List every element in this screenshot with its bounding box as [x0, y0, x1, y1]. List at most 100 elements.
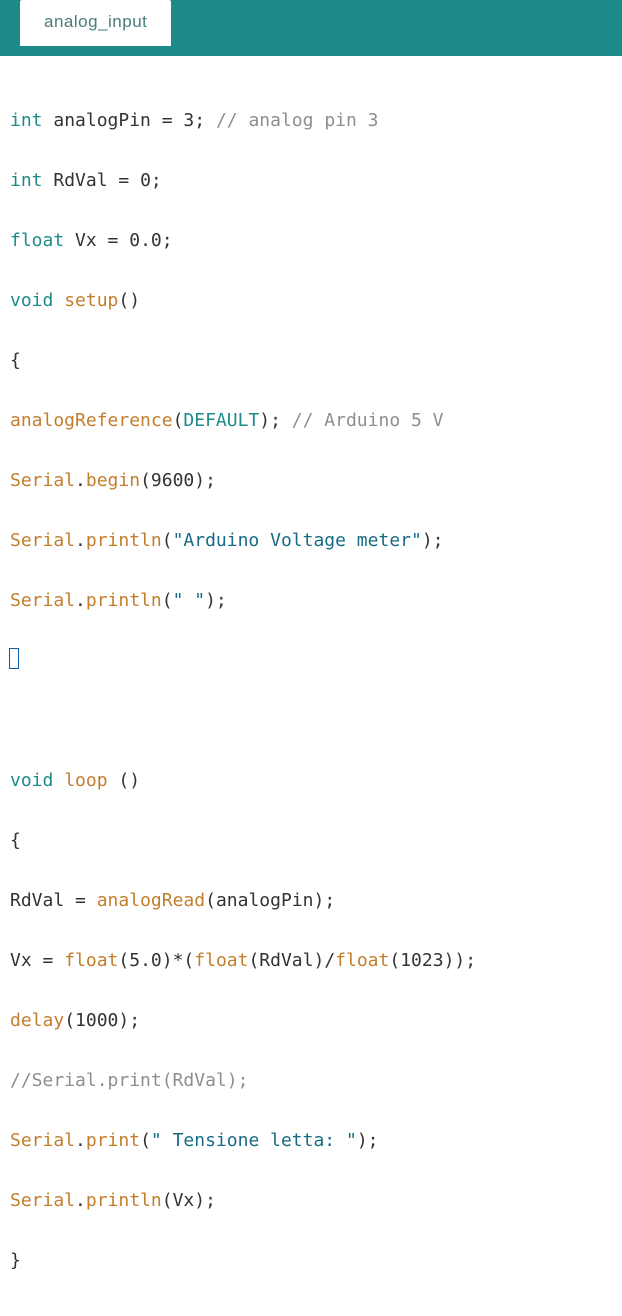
code-line: int analogPin = 3; // analog pin 3 — [10, 106, 612, 136]
punct: ); — [313, 890, 335, 911]
identifier: analogPin — [216, 890, 314, 911]
number: 9600 — [151, 470, 194, 491]
code-line — [10, 706, 612, 736]
brace: { — [10, 830, 21, 851]
number: 0.0 — [129, 230, 162, 251]
object-serial: Serial — [10, 1190, 75, 1211]
string-literal: " Tensione letta: " — [151, 1130, 357, 1151]
function-analogRead: analogRead — [97, 890, 205, 911]
punct: ); — [357, 1130, 379, 1151]
text-cursor — [9, 648, 19, 669]
code-line: int RdVal = 0; — [10, 166, 612, 196]
punct: () — [118, 770, 140, 791]
operator: = — [43, 950, 65, 971]
punct: ( — [140, 470, 151, 491]
function-println: println — [86, 530, 162, 551]
keyword-int: int — [10, 110, 43, 131]
identifier: RdVal — [10, 890, 75, 911]
punct: ); — [118, 1010, 140, 1031]
punct: ( — [140, 1130, 151, 1151]
function-loop: loop — [64, 770, 107, 791]
comment: // Arduino 5 V — [292, 410, 444, 431]
function-begin: begin — [86, 470, 140, 491]
keyword-int: int — [10, 170, 43, 191]
punct: . — [75, 590, 86, 611]
operator: = — [162, 110, 184, 131]
space — [53, 290, 64, 311]
comment: // analog pin 3 — [216, 110, 379, 131]
code-line: Serial.println(Vx); — [10, 1186, 612, 1216]
code-line — [10, 646, 612, 676]
punct: ); — [422, 530, 444, 551]
punct: ( — [205, 890, 216, 911]
identifier: Vx — [64, 230, 107, 251]
code-line: void loop () — [10, 766, 612, 796]
code-line: //Serial.print(RdVal); — [10, 1066, 612, 1096]
keyword-float: float — [10, 230, 64, 251]
code-line: { — [10, 346, 612, 376]
punct: ; — [151, 170, 162, 191]
tab-analog-input[interactable]: analog_input — [20, 0, 171, 46]
code-line: Serial.println(" "); — [10, 586, 612, 616]
punct: ( — [248, 950, 259, 971]
function-float: float — [194, 950, 248, 971]
function-delay: delay — [10, 1010, 64, 1031]
function-println: println — [86, 590, 162, 611]
constant-default: DEFAULT — [183, 410, 259, 431]
string-literal: "Arduino Voltage meter" — [173, 530, 422, 551]
code-line: Serial.begin(9600); — [10, 466, 612, 496]
comment: //Serial.print(RdVal); — [10, 1070, 248, 1091]
punct: ); — [259, 410, 292, 431]
punct: )*( — [162, 950, 195, 971]
space — [53, 770, 64, 791]
punct: . — [75, 470, 86, 491]
function-float: float — [64, 950, 118, 971]
brace: { — [10, 350, 21, 371]
punct: ( — [162, 530, 173, 551]
code-line: void setup() — [10, 286, 612, 316]
number: 1000 — [75, 1010, 118, 1031]
code-line: Serial.print(" Tensione letta: "); — [10, 1126, 612, 1156]
punct: ( — [118, 950, 129, 971]
space — [108, 770, 119, 791]
punct: ( — [389, 950, 400, 971]
code-line: Vx = float(5.0)*(float(RdVal)/float(1023… — [10, 946, 612, 976]
code-line: delay(1000); — [10, 1006, 612, 1036]
object-serial: Serial — [10, 530, 75, 551]
punct: ( — [162, 590, 173, 611]
number: 5.0 — [129, 950, 162, 971]
punct: ); — [194, 470, 216, 491]
code-line: } — [10, 1246, 612, 1276]
function-print: print — [86, 1130, 140, 1151]
operator: = — [118, 170, 140, 191]
brace: } — [10, 1250, 21, 1271]
punct: ( — [173, 410, 184, 431]
punct: . — [75, 530, 86, 551]
punct: ( — [64, 1010, 75, 1031]
punct: )/ — [313, 950, 335, 971]
code-editor[interactable]: int analogPin = 3; // analog pin 3 int R… — [0, 56, 622, 1316]
operator: = — [75, 890, 97, 911]
code-line: RdVal = analogRead(analogPin); — [10, 886, 612, 916]
code-line: { — [10, 826, 612, 856]
identifier: Vx — [173, 1190, 195, 1211]
punct: . — [75, 1190, 86, 1211]
punct: ; — [162, 230, 173, 251]
identifier: RdVal — [43, 170, 119, 191]
number: 0 — [140, 170, 151, 191]
function-float: float — [335, 950, 389, 971]
string-literal: " " — [173, 590, 206, 611]
object-serial: Serial — [10, 590, 75, 611]
identifier: Vx — [10, 950, 43, 971]
identifier: RdVal — [259, 950, 313, 971]
tab-bar: analog_input — [0, 0, 622, 56]
punct: ); — [194, 1190, 216, 1211]
number: 3 — [183, 110, 194, 131]
punct: () — [118, 290, 140, 311]
object-serial: Serial — [10, 1130, 75, 1151]
code-line: Serial.println("Arduino Voltage meter"); — [10, 526, 612, 556]
keyword-void: void — [10, 770, 53, 791]
punct: ( — [162, 1190, 173, 1211]
punct: ; — [194, 110, 216, 131]
code-line: analogReference(DEFAULT); // Arduino 5 V — [10, 406, 612, 436]
